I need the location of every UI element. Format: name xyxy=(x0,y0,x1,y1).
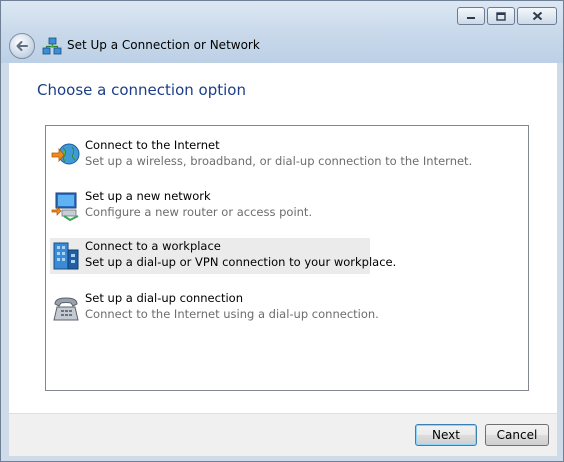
option-text: Connect to a workplace Set up a dial-up … xyxy=(85,238,396,270)
dialup-telephone-icon xyxy=(53,297,79,321)
page-heading: Choose a connection option xyxy=(37,81,246,99)
connection-options-list[interactable]: Connect to the Internet Set up a wireles… xyxy=(45,125,529,391)
option-title: Set up a dial-up connection xyxy=(85,291,243,305)
option-title: Set up a new network xyxy=(85,189,211,203)
option-connect-workplace[interactable]: Connect to a workplace Set up a dial-up … xyxy=(50,238,396,274)
setup-connection-window: Set Up a Connection or Network Choose a … xyxy=(0,0,564,462)
option-description: Connect to the Internet using a dial-up … xyxy=(85,307,379,321)
back-button[interactable] xyxy=(9,33,35,59)
option-text: Set up a new network Configure a new rou… xyxy=(85,188,312,220)
cancel-button[interactable]: Cancel xyxy=(485,424,549,446)
wizard-footer: Next Cancel xyxy=(9,413,557,456)
back-arrow-icon xyxy=(16,41,28,51)
option-title: Connect to the Internet xyxy=(85,138,220,152)
network-setup-icon xyxy=(42,37,62,55)
wizard-content: Choose a connection option Connect to th… xyxy=(9,63,557,413)
option-description: Set up a dial-up or VPN connection to yo… xyxy=(85,255,397,269)
close-icon xyxy=(532,11,542,21)
workplace-building-icon xyxy=(53,242,79,270)
title-bar: Set Up a Connection or Network xyxy=(1,1,563,63)
minimize-icon xyxy=(467,17,475,19)
option-description: Set up a wireless, broadband, or dial-up… xyxy=(85,154,473,168)
maximize-icon xyxy=(496,11,506,21)
next-button[interactable]: Next xyxy=(415,424,477,446)
minimize-button[interactable] xyxy=(457,7,485,25)
window-controls xyxy=(455,7,557,25)
window-title: Set Up a Connection or Network xyxy=(67,38,260,52)
option-text: Connect to the Internet Set up a wireles… xyxy=(85,137,472,169)
option-title: Connect to a workplace xyxy=(85,239,221,253)
new-network-icon xyxy=(51,192,79,222)
close-button[interactable] xyxy=(517,7,557,25)
option-text: Set up a dial-up connection Connect to t… xyxy=(85,290,379,322)
option-description: Configure a new router or access point. xyxy=(85,205,313,219)
internet-globe-icon xyxy=(51,143,80,165)
maximize-button[interactable] xyxy=(487,7,515,25)
